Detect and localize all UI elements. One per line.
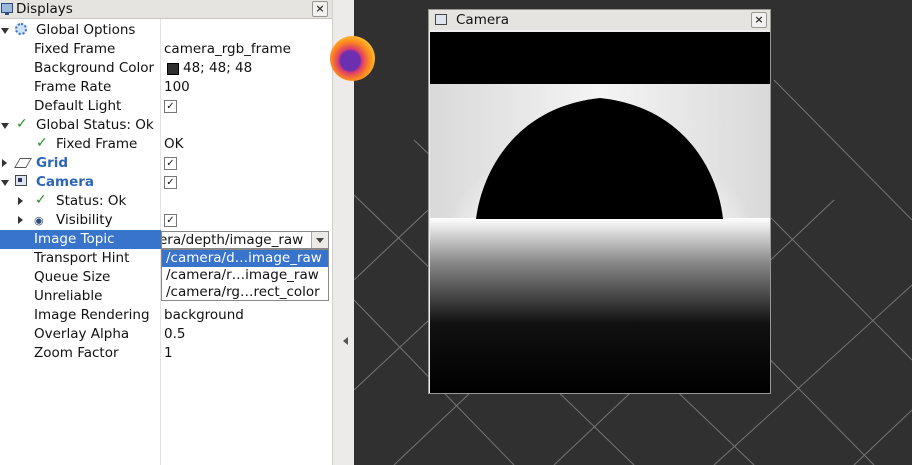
image-topic-value[interactable]: era/depth/image_raw xyxy=(162,232,303,248)
displays-title: Displays xyxy=(16,1,73,17)
row-label: Image Rendering xyxy=(34,307,150,323)
tree-row-default-light[interactable]: Default Light ✓ xyxy=(0,97,332,116)
camera-window[interactable]: Camera × xyxy=(428,9,771,394)
tree-row-global-options[interactable]: Global Options xyxy=(0,21,332,40)
topic-option[interactable]: /camera/r…image_raw xyxy=(162,267,328,284)
fixed-frame-status-value: OK xyxy=(164,136,184,152)
ok-check-icon: ✓ xyxy=(36,135,48,151)
ok-check-icon: ✓ xyxy=(35,192,47,208)
visibility-checkbox[interactable]: ✓ xyxy=(164,214,177,227)
row-label: Grid xyxy=(36,155,69,171)
eye-icon: ◉ xyxy=(34,214,44,227)
expand-right-icon[interactable] xyxy=(18,197,23,205)
image-rendering-value[interactable]: background xyxy=(164,307,244,323)
row-label: Unreliable xyxy=(34,288,103,304)
close-displays-button[interactable]: × xyxy=(312,1,328,17)
tree-row-camera[interactable]: Camera ✓ xyxy=(0,173,332,192)
row-label: Visibility xyxy=(56,212,113,228)
row-label: Queue Size xyxy=(34,269,111,285)
tree-row-camera-status[interactable]: ✓ Status: Ok xyxy=(0,192,332,211)
zoom-factor-value[interactable]: 1 xyxy=(164,345,173,361)
row-label: Default Light xyxy=(34,98,122,114)
row-label: Zoom Factor xyxy=(34,345,119,361)
image-topic-dropdown[interactable]: /camera/d…image_raw /camera/r…image_raw … xyxy=(161,249,329,301)
close-camera-button[interactable]: × xyxy=(751,12,767,28)
tree-row-frame-rate[interactable]: Frame Rate 100 xyxy=(0,78,332,97)
gear-icon xyxy=(15,23,27,35)
topic-option[interactable]: /camera/d…image_raw xyxy=(162,250,328,267)
row-label: Background Color xyxy=(34,60,155,76)
expand-right-icon[interactable] xyxy=(2,159,7,167)
grid-enabled-checkbox[interactable]: ✓ xyxy=(164,157,177,170)
dropdown-arrow-icon[interactable] xyxy=(311,232,328,248)
depth-image xyxy=(430,32,770,393)
tree-row-background-color[interactable]: Background Color 48; 48; 48 xyxy=(0,59,332,78)
background-color-value[interactable]: 48; 48; 48 xyxy=(183,60,252,76)
row-label: Status: Ok xyxy=(56,193,127,209)
tree-row-fixed-frame-status[interactable]: ✓ Fixed Frame OK xyxy=(0,135,332,154)
row-label: Overlay Alpha xyxy=(34,326,130,342)
row-label: Fixed Frame xyxy=(34,41,116,57)
firefox-logo-icon xyxy=(330,36,375,81)
camera-window-title: Camera xyxy=(456,12,509,28)
fixed-frame-value[interactable]: camera_rgb_frame xyxy=(164,41,291,57)
camera-title-bar[interactable]: Camera × xyxy=(429,10,770,30)
tree-row-overlay-alpha[interactable]: Overlay Alpha 0.5 xyxy=(0,325,332,344)
frame-rate-value[interactable]: 100 xyxy=(164,79,190,95)
expand-down-icon[interactable] xyxy=(1,123,9,129)
row-label: Image Topic xyxy=(34,231,115,247)
tree-row-global-status[interactable]: ✓ Global Status: Ok xyxy=(0,116,332,135)
row-label: Camera xyxy=(36,174,95,190)
camera-icon xyxy=(15,175,27,186)
row-label: Fixed Frame xyxy=(56,136,138,152)
monitor-icon xyxy=(1,3,13,15)
camera-icon xyxy=(435,14,447,25)
displays-title-bar: Displays × xyxy=(0,0,332,19)
image-topic-combo[interactable]: era/depth/image_raw xyxy=(161,231,329,249)
camera-image xyxy=(430,32,770,393)
ok-check-icon: ✓ xyxy=(16,116,28,132)
expand-right-icon[interactable] xyxy=(18,216,23,224)
row-label: Transport Hint xyxy=(34,250,130,266)
tree-row-fixed-frame[interactable]: Fixed Frame camera_rgb_frame xyxy=(0,40,332,59)
tree-row-image-topic[interactable]: Image Topic xyxy=(0,230,161,249)
topic-option[interactable]: /camera/rg…rect_color xyxy=(162,284,328,301)
row-label: Global Options xyxy=(36,22,136,38)
expand-down-icon[interactable] xyxy=(1,180,9,186)
tree-row-image-rendering[interactable]: Image Rendering background xyxy=(0,306,332,325)
default-light-checkbox[interactable]: ✓ xyxy=(164,100,177,113)
color-swatch[interactable] xyxy=(167,63,179,75)
overlay-alpha-value[interactable]: 0.5 xyxy=(164,326,185,342)
expand-down-icon[interactable] xyxy=(1,28,9,34)
tree-row-visibility[interactable]: ◉ Visibility ✓ xyxy=(0,211,332,230)
camera-enabled-checkbox[interactable]: ✓ xyxy=(164,176,177,189)
collapse-left-icon[interactable] xyxy=(343,337,348,345)
row-label: Frame Rate xyxy=(34,79,112,95)
tree-row-grid[interactable]: Grid ✓ xyxy=(0,154,332,173)
grid-icon xyxy=(14,158,32,168)
tree-row-zoom-factor[interactable]: Zoom Factor 1 xyxy=(0,344,332,363)
row-label: Global Status: Ok xyxy=(36,117,154,133)
displays-panel: Displays × Global Options Fixed Frame ca… xyxy=(0,0,332,465)
